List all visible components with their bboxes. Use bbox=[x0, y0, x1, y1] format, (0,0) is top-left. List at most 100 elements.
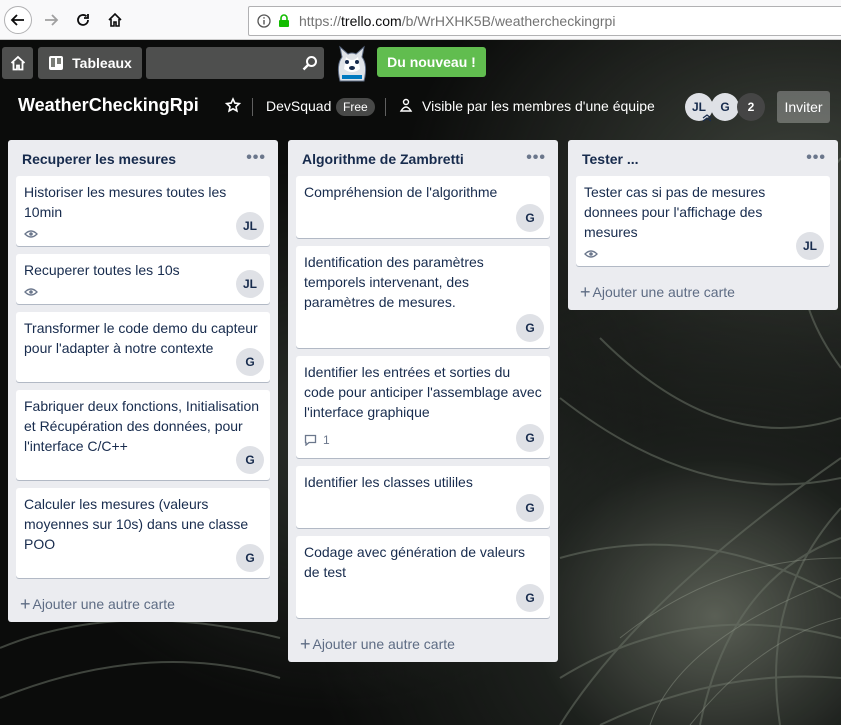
list-card[interactable]: Identification des paramètres temporels … bbox=[296, 246, 550, 348]
lock-icon bbox=[279, 14, 289, 27]
board-icon bbox=[49, 56, 64, 70]
list-recuperer-les-mesures: Recuperer les mesures ••• Historiser les… bbox=[8, 140, 278, 622]
card-title: Identification des paramètres temporels … bbox=[304, 254, 484, 310]
home-button[interactable] bbox=[2, 47, 33, 79]
url-bar[interactable]: https://trello.com/b/WrHXHK5B/weatherche… bbox=[248, 6, 841, 36]
comment-count: 1 bbox=[323, 433, 330, 447]
add-card-button[interactable]: + Ajouter une autre carte bbox=[568, 274, 838, 310]
reload-button[interactable] bbox=[69, 6, 97, 34]
list-card[interactable]: Historiser les mesures toutes les 10min … bbox=[16, 176, 270, 246]
board-header: WeatherCheckingRpi DevSquad Free Visible… bbox=[0, 88, 841, 126]
add-card-label: Ajouter une autre carte bbox=[312, 636, 455, 652]
list-card[interactable]: Fabriquer deux fonctions, Initialisation… bbox=[16, 390, 270, 480]
taco-mascot-icon bbox=[337, 45, 367, 82]
list-menu-icon[interactable]: ••• bbox=[246, 149, 266, 167]
list-card[interactable]: Identifier les entrées et sorties du cod… bbox=[296, 356, 550, 458]
info-icon bbox=[257, 14, 271, 28]
team-name[interactable]: DevSquad bbox=[266, 98, 331, 114]
list-card[interactable]: Identifier les classes utililes G bbox=[296, 466, 550, 528]
home-button[interactable] bbox=[101, 6, 129, 34]
list-menu-icon[interactable]: ••• bbox=[526, 149, 546, 167]
list-card[interactable]: Recuperer toutes les 10s JL bbox=[16, 254, 270, 304]
card-title: Tester cas si pas de mesures donnees pou… bbox=[584, 184, 766, 240]
boards-label: Tableaux bbox=[72, 55, 132, 71]
app-header: Tableaux Du nouveau ! bbox=[0, 44, 841, 82]
add-card-label: Ajouter une autre carte bbox=[592, 284, 735, 300]
card-title: Compréhension de l'algorithme bbox=[304, 184, 498, 200]
card-badges bbox=[24, 358, 262, 382]
plan-badge: Free bbox=[336, 98, 375, 116]
admin-chevron-icon bbox=[702, 114, 712, 122]
card-title: Identifier les classes utililes bbox=[304, 474, 473, 490]
card-member-avatar[interactable]: G bbox=[236, 446, 264, 474]
add-card-button[interactable]: + Ajouter une autre carte bbox=[8, 586, 278, 622]
list-card[interactable]: Tester cas si pas de mesures donnees pou… bbox=[576, 176, 830, 266]
search-input[interactable] bbox=[146, 47, 324, 79]
board-title[interactable]: WeatherCheckingRpi bbox=[18, 95, 199, 116]
card-member-avatar[interactable]: G bbox=[516, 204, 544, 232]
list-card[interactable]: Calculer les mesures (valeurs moyennes s… bbox=[16, 488, 270, 578]
plus-icon: + bbox=[580, 282, 591, 302]
card-member-avatar[interactable]: G bbox=[516, 424, 544, 452]
card-badges bbox=[304, 582, 542, 618]
card-member-avatar[interactable]: G bbox=[236, 348, 264, 376]
card-badges bbox=[304, 202, 542, 238]
back-button[interactable] bbox=[4, 6, 32, 34]
card-member-avatar[interactable]: JL bbox=[236, 212, 264, 240]
list-title[interactable]: Tester ... bbox=[582, 151, 639, 167]
list-header[interactable]: Recuperer les mesures ••• bbox=[8, 140, 278, 176]
list-tester: Tester ... ••• Tester cas si pas de mesu… bbox=[568, 140, 838, 310]
card-badges bbox=[24, 456, 262, 480]
card-title: Fabriquer deux fonctions, Initialisation… bbox=[24, 398, 260, 454]
card-member-avatar[interactable]: JL bbox=[236, 270, 264, 298]
home-icon bbox=[108, 12, 122, 27]
more-members-badge[interactable]: 2 bbox=[737, 93, 765, 121]
list-menu-icon[interactable]: ••• bbox=[806, 149, 826, 167]
card-badges bbox=[24, 280, 262, 304]
eye-icon bbox=[24, 288, 38, 296]
star-icon[interactable] bbox=[224, 96, 242, 116]
search-icon bbox=[302, 56, 317, 71]
card-badges bbox=[584, 242, 822, 266]
card-badges: 1 bbox=[304, 422, 542, 458]
list-card[interactable]: Transformer le code demo du capteur pour… bbox=[16, 312, 270, 382]
card-title: Calculer les mesures (valeurs moyennes s… bbox=[24, 496, 249, 552]
card-member-avatar[interactable]: G bbox=[236, 544, 264, 572]
list-title[interactable]: Algorithme de Zambretti bbox=[302, 151, 464, 167]
invite-button[interactable]: Inviter bbox=[777, 91, 830, 123]
plus-icon: + bbox=[20, 594, 31, 614]
visibility-button[interactable]: Visible par les membres d'une équipe bbox=[422, 98, 655, 114]
divider bbox=[252, 98, 253, 116]
divider bbox=[385, 98, 386, 116]
forward-button[interactable] bbox=[37, 6, 65, 34]
card-title: Identifier les entrées et sorties du cod… bbox=[304, 364, 542, 420]
card-title: Transformer le code demo du capteur pour… bbox=[24, 320, 258, 356]
list-algorithme-de-zambretti: Algorithme de Zambretti ••• Compréhensio… bbox=[288, 140, 558, 662]
list-header[interactable]: Algorithme de Zambretti ••• bbox=[288, 140, 558, 176]
list-card[interactable]: Compréhension de l'algorithme G bbox=[296, 176, 550, 238]
arrow-right-icon bbox=[45, 14, 59, 26]
arrow-left-icon bbox=[10, 14, 24, 26]
eye-icon bbox=[24, 230, 38, 238]
add-card-label: Ajouter une autre carte bbox=[32, 596, 175, 612]
card-badges bbox=[24, 222, 262, 246]
comment-icon bbox=[304, 434, 317, 446]
whats-new-button[interactable]: Du nouveau ! bbox=[377, 47, 486, 77]
card-badges bbox=[304, 312, 542, 348]
card-title: Historiser les mesures toutes les 10min bbox=[24, 184, 227, 220]
list-title[interactable]: Recuperer les mesures bbox=[22, 151, 176, 167]
boards-button[interactable]: Tableaux bbox=[38, 47, 142, 79]
card-member-avatar[interactable]: G bbox=[516, 314, 544, 342]
card-member-avatar[interactable]: G bbox=[516, 584, 544, 612]
card-title: Codage avec génération de valeurs de tes… bbox=[304, 544, 526, 580]
member-avatar[interactable]: G bbox=[711, 93, 739, 121]
browser-toolbar: https://trello.com/b/WrHXHK5B/weatherche… bbox=[0, 0, 841, 40]
plus-icon: + bbox=[300, 634, 311, 654]
list-header[interactable]: Tester ... ••• bbox=[568, 140, 838, 176]
add-card-button[interactable]: + Ajouter une autre carte bbox=[288, 626, 558, 662]
list-card[interactable]: Codage avec génération de valeurs de tes… bbox=[296, 536, 550, 618]
card-member-avatar[interactable]: JL bbox=[796, 232, 824, 260]
card-member-avatar[interactable]: G bbox=[516, 494, 544, 522]
house-icon bbox=[10, 55, 25, 71]
card-badges bbox=[304, 492, 542, 528]
